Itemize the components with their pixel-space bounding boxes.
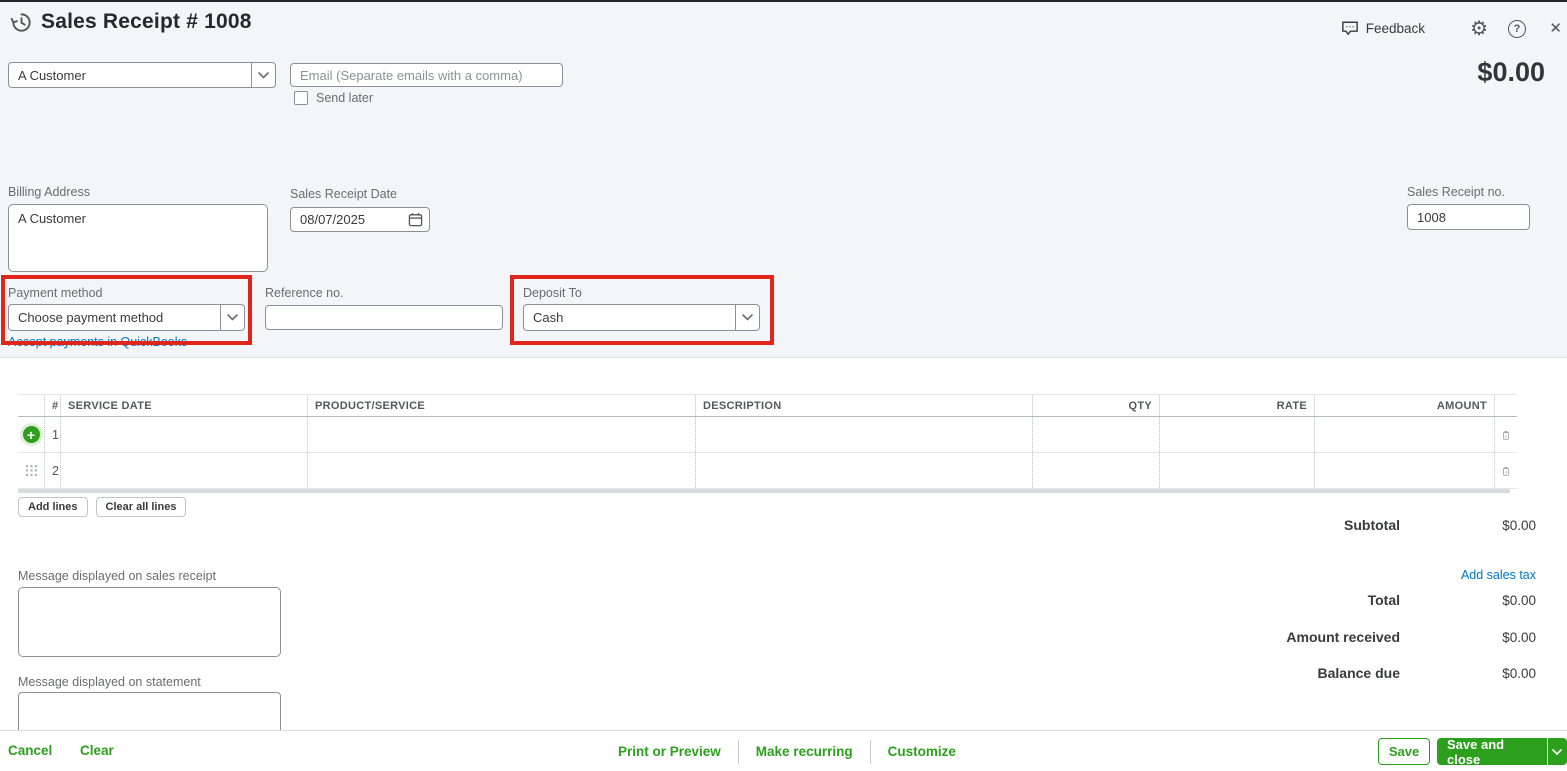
balance-due-value: $0.00 — [1502, 666, 1536, 681]
service-date-cell[interactable] — [60, 453, 307, 488]
qty-cell[interactable] — [1032, 453, 1159, 488]
chevron-down-icon[interactable] — [735, 305, 759, 330]
save-options-chevron-icon[interactable] — [1546, 738, 1567, 765]
footer-bar: Cancel Clear Print or Preview Make recur… — [0, 730, 1567, 771]
col-header-description: DESCRIPTION — [695, 395, 1032, 416]
amount-cell[interactable] — [1314, 453, 1494, 488]
col-header-amount: AMOUNT — [1314, 395, 1494, 416]
customize-button[interactable]: Customize — [888, 744, 956, 759]
save-button[interactable]: Save — [1378, 738, 1430, 765]
trash-icon[interactable] — [1494, 453, 1517, 488]
row-number: 2 — [44, 453, 60, 488]
drag-handle-icon[interactable] — [25, 464, 38, 477]
subtotal-label: Subtotal — [1344, 517, 1400, 533]
amount-cell[interactable] — [1314, 417, 1494, 452]
table-row[interactable]: 2 — [18, 453, 1517, 489]
trash-icon[interactable] — [1494, 417, 1517, 452]
subtotal-value: $0.00 — [1502, 518, 1536, 533]
send-later-checkbox[interactable] — [294, 91, 308, 105]
reference-no-label: Reference no. — [265, 286, 344, 300]
statement-message-label: Message displayed on statement — [18, 675, 201, 689]
statement-message-textarea[interactable] — [18, 692, 281, 732]
total-value: $0.00 — [1502, 593, 1536, 608]
customer-select[interactable]: A Customer — [8, 62, 276, 88]
footer-center-actions: Print or Preview Make recurring Customiz… — [618, 731, 956, 771]
chevron-down-icon[interactable] — [220, 305, 244, 330]
col-header-num: # — [44, 395, 60, 416]
amount-received-row: Amount received $0.00 — [1286, 629, 1536, 645]
total-row: Total $0.00 — [1368, 592, 1536, 608]
feedback-bubble-icon — [1341, 20, 1359, 37]
close-icon[interactable]: ✕ — [1549, 19, 1562, 37]
table-row[interactable]: + 1 — [18, 417, 1517, 453]
rate-cell[interactable] — [1159, 453, 1314, 488]
make-recurring-button[interactable]: Make recurring — [756, 744, 853, 759]
description-cell[interactable] — [695, 453, 1032, 488]
line-items-table: # SERVICE DATE PRODUCT/SERVICE DESCRIPTI… — [18, 394, 1517, 493]
receipt-no-input[interactable] — [1407, 204, 1530, 230]
deposit-to-select[interactable]: Cash — [523, 304, 760, 331]
total-amount-display: $0.00 — [1477, 57, 1545, 87]
print-or-preview-button[interactable]: Print or Preview — [618, 744, 721, 759]
cancel-button[interactable]: Cancel — [8, 743, 52, 758]
product-service-cell[interactable] — [307, 453, 695, 488]
receipt-no-label: Sales Receipt no. — [1407, 185, 1505, 199]
save-and-close-button[interactable]: Save and close — [1437, 738, 1567, 765]
col-header-qty: QTY — [1032, 395, 1159, 416]
email-input[interactable] — [290, 63, 563, 87]
balance-due-label: Balance due — [1317, 665, 1400, 681]
header-actions: Feedback ⚙ ? ✕ — [0, 18, 1567, 42]
accept-payments-link[interactable]: Accept payments in QuickBooks — [8, 335, 187, 349]
total-label: Total — [1367, 592, 1400, 608]
receipt-message-label: Message displayed on sales receipt — [18, 569, 217, 583]
add-lines-button[interactable]: Add lines — [18, 497, 88, 517]
help-icon[interactable]: ? — [1508, 20, 1526, 38]
payment-method-label: Payment method — [8, 286, 103, 300]
amount-received-value: $0.00 — [1502, 630, 1536, 645]
table-bottom-bar — [18, 489, 1510, 493]
billing-address-textarea[interactable]: A Customer — [8, 204, 268, 272]
sales-receipt-window: Sales Receipt # 1008 Feedback ⚙ ? ✕ $0.0… — [0, 0, 1567, 771]
customer-select-value: A Customer — [18, 67, 86, 83]
subtotal-row: Subtotal $0.00 — [1344, 517, 1536, 533]
save-and-close-label: Save and close — [1447, 738, 1505, 765]
divider — [869, 739, 871, 764]
balance-due-row: Balance due $0.00 — [1318, 665, 1536, 681]
clear-all-lines-button[interactable]: Clear all lines — [95, 497, 187, 517]
qty-cell[interactable] — [1032, 417, 1159, 452]
line-buttons: Add lines Clear all lines — [18, 497, 187, 517]
reference-no-input[interactable] — [265, 305, 503, 330]
rate-cell[interactable] — [1159, 417, 1314, 452]
product-service-cell[interactable] — [307, 417, 695, 452]
add-sales-tax-link[interactable]: Add sales tax — [1461, 568, 1536, 582]
amount-received-label: Amount received — [1286, 629, 1400, 645]
receipt-date-label: Sales Receipt Date — [290, 187, 398, 201]
row-number: 1 — [44, 417, 60, 452]
payment-method-value: Choose payment method — [18, 310, 164, 325]
feedback-label: Feedback — [1365, 21, 1425, 36]
deposit-to-value: Cash — [533, 310, 564, 325]
billing-address-label: Billing Address — [8, 185, 90, 199]
description-cell[interactable] — [695, 417, 1032, 452]
service-date-cell[interactable] — [60, 417, 307, 452]
col-header-product-service: PRODUCT/SERVICE — [307, 395, 695, 416]
divider — [737, 739, 739, 764]
deposit-to-label: Deposit To — [523, 286, 582, 300]
table-header-row: # SERVICE DATE PRODUCT/SERVICE DESCRIPTI… — [18, 394, 1517, 417]
payment-method-select[interactable]: Choose payment method — [8, 304, 245, 331]
send-later-label: Send later — [316, 91, 373, 105]
receipt-form-header-section: Sales Receipt # 1008 Feedback ⚙ ? ✕ $0.0… — [0, 0, 1567, 358]
col-header-service-date: SERVICE DATE — [60, 395, 307, 416]
feedback-button[interactable]: Feedback — [1341, 20, 1425, 37]
add-row-icon[interactable]: + — [22, 426, 40, 443]
gear-icon[interactable]: ⚙ — [1470, 18, 1488, 40]
chevron-down-icon[interactable] — [251, 63, 275, 87]
clear-button[interactable]: Clear — [80, 743, 114, 758]
calendar-icon[interactable] — [408, 212, 423, 227]
col-header-rate: RATE — [1159, 395, 1314, 416]
receipt-message-textarea[interactable] — [18, 587, 281, 657]
send-later-wrap: Send later — [294, 91, 373, 105]
